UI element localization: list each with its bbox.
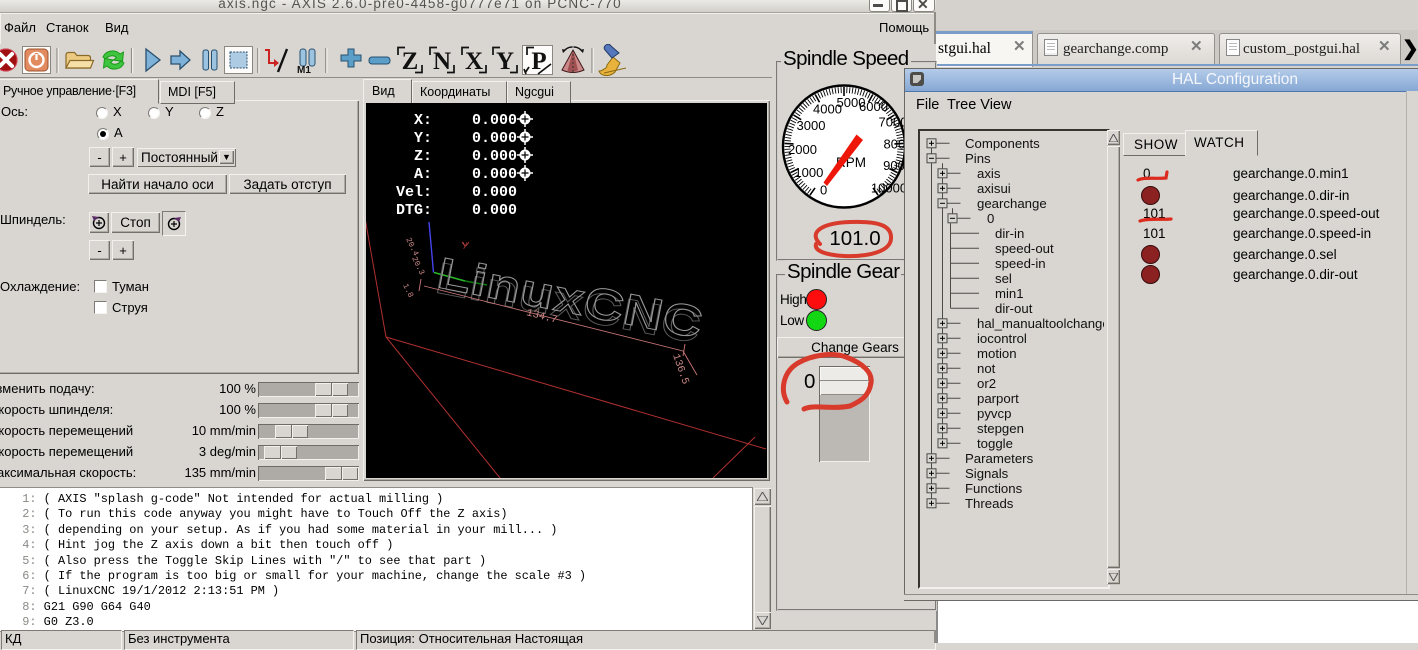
svg-text:Z: Z: [402, 48, 419, 75]
svg-text:Parameters: Parameters: [965, 451, 1034, 466]
svg-text:0.000: 0.000: [472, 148, 517, 165]
svg-text:M1: M1: [297, 65, 311, 76]
svg-text:136.5: 136.5: [669, 352, 691, 386]
svg-text:1000: 1000: [794, 165, 823, 180]
svg-text:axis: axis: [977, 166, 1001, 181]
svg-text:not: not: [977, 361, 996, 376]
svg-text:Y: Y: [496, 48, 514, 75]
svg-text:Vel:: Vel:: [396, 184, 432, 201]
svg-text:Signals: Signals: [965, 466, 1009, 481]
svg-text:Y:: Y:: [414, 130, 432, 147]
svg-text:or2: or2: [977, 376, 996, 391]
svg-text:0.000: 0.000: [472, 202, 517, 219]
svg-text:DTG:: DTG:: [396, 202, 432, 219]
svg-text:6000: 6000: [859, 99, 888, 114]
svg-text:gearchange: gearchange: [977, 196, 1047, 211]
svg-text:0.000: 0.000: [472, 166, 517, 183]
svg-text:Threads: Threads: [965, 496, 1014, 511]
svg-text:stepgen: stepgen: [977, 421, 1024, 436]
svg-text:dir-out: dir-out: [995, 301, 1033, 316]
svg-text:P: P: [531, 48, 546, 75]
svg-text:pyvcp: pyvcp: [977, 406, 1011, 421]
svg-text:toggle: toggle: [977, 436, 1013, 451]
svg-text:A:: A:: [414, 166, 432, 183]
svg-text:parport: parport: [977, 391, 1019, 406]
svg-text:Components: Components: [965, 136, 1040, 151]
svg-text:X:: X:: [414, 112, 432, 129]
svg-text:hal_manualtoolchange: hal_manualtoolchange: [977, 316, 1104, 331]
svg-text:0.000: 0.000: [472, 184, 517, 201]
svg-text:sel: sel: [995, 271, 1012, 286]
svg-text:Functions: Functions: [965, 481, 1023, 496]
svg-text:dir-in: dir-in: [995, 226, 1024, 241]
svg-text:Z:: Z:: [414, 148, 432, 165]
svg-text:Pins: Pins: [965, 151, 991, 166]
svg-text:10000: 10000: [871, 181, 907, 196]
svg-text:motion: motion: [977, 346, 1017, 361]
svg-text:0: 0: [987, 211, 994, 226]
svg-text:min1: min1: [995, 286, 1024, 301]
svg-text:speed-in: speed-in: [995, 256, 1046, 271]
svg-text:2000: 2000: [788, 142, 817, 157]
svg-text:0.000: 0.000: [472, 130, 517, 147]
svg-text:0.000: 0.000: [472, 112, 517, 129]
svg-text:20.3: 20.3: [409, 255, 426, 276]
svg-text:N: N: [433, 48, 451, 75]
svg-text:3000: 3000: [797, 118, 826, 133]
svg-text:1.8: 1.8: [400, 282, 414, 299]
svg-text:X: X: [465, 48, 483, 75]
svg-text:speed-out: speed-out: [995, 241, 1054, 256]
svg-text:axisui: axisui: [977, 181, 1011, 196]
svg-text:iocontrol: iocontrol: [977, 331, 1027, 346]
